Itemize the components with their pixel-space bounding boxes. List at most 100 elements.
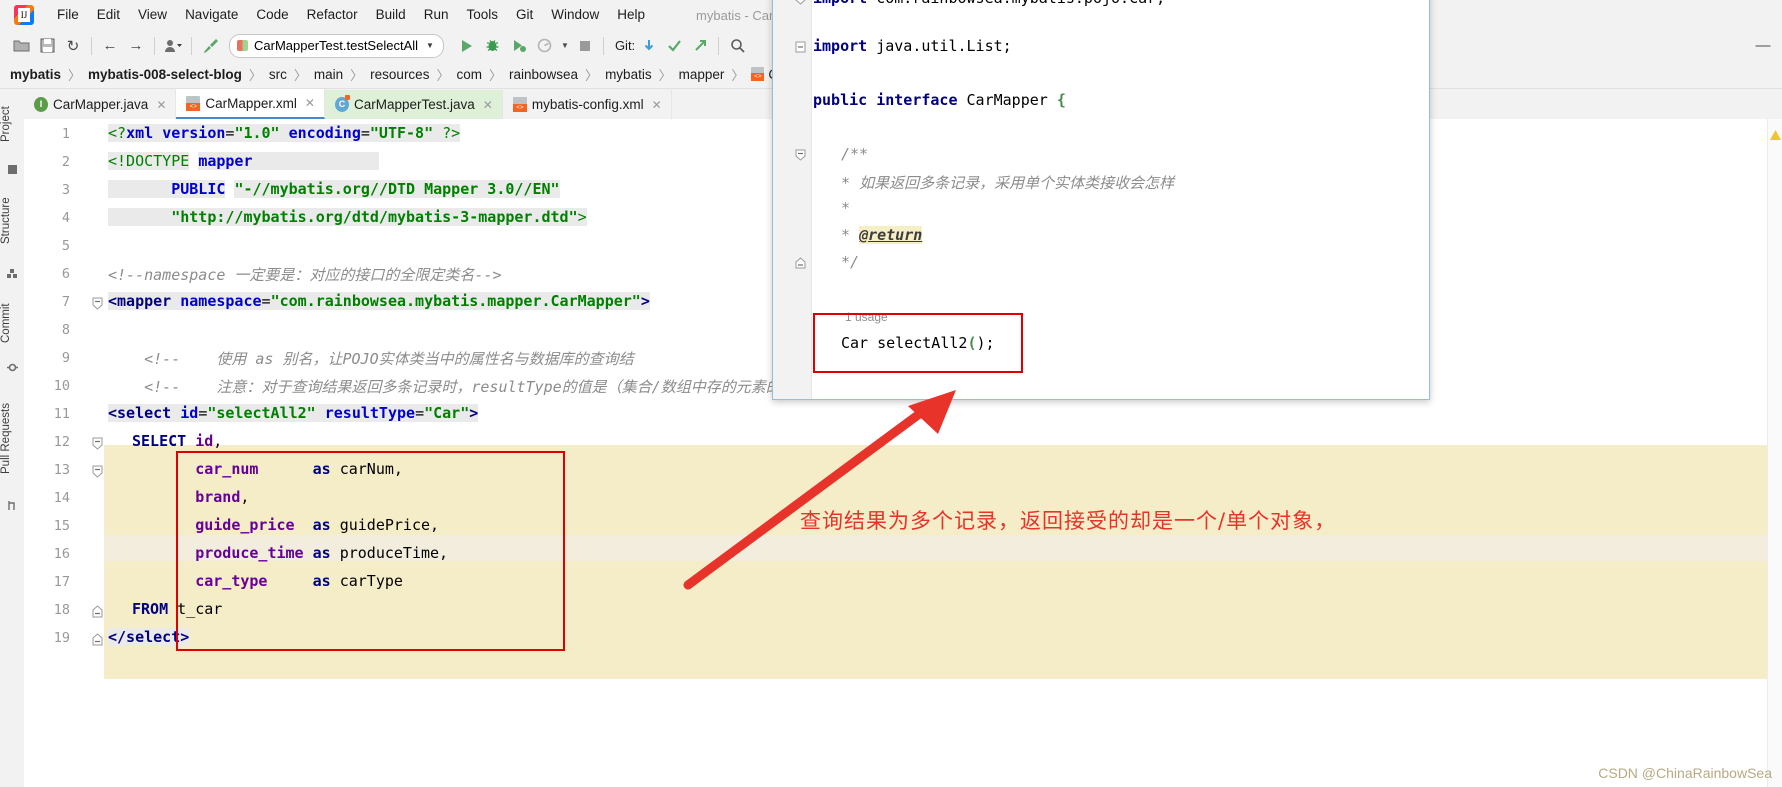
menu-item-tools[interactable]: Tools bbox=[457, 0, 507, 30]
breadcrumb-item-src[interactable]: src bbox=[269, 67, 287, 82]
code-line-1[interactable]: <?xml version="1.0" encoding="UTF-8" ?> bbox=[108, 124, 460, 142]
tab-carmapper-java[interactable]: CarMapper.java ✕ bbox=[24, 90, 176, 119]
code-line-12[interactable]: SELECT id, bbox=[132, 432, 222, 450]
java-quick-definition-popup[interactable]: import com.rainbowsea.mybatis.pojo.Car; … bbox=[772, 0, 1430, 400]
fold-marker-sql[interactable] bbox=[92, 465, 103, 476]
line-number: 10 bbox=[24, 378, 70, 394]
comment-namespace: <!--namespace 一定要是：对应的接口的全限定类名--> bbox=[108, 266, 502, 284]
run-config-icon bbox=[237, 40, 248, 51]
run-configuration-selector[interactable]: CarMapperTest.testSelectAll ▼ bbox=[229, 34, 444, 58]
breadcrumb-separator: 〉 bbox=[68, 65, 81, 84]
stop-icon[interactable] bbox=[572, 33, 598, 59]
warning-marker-icon[interactable] bbox=[1770, 129, 1780, 139]
xml-file-icon bbox=[186, 96, 200, 111]
toolbar-divider bbox=[718, 37, 719, 55]
close-icon[interactable]: ✕ bbox=[305, 96, 315, 110]
open-folder-icon[interactable] bbox=[8, 33, 34, 59]
breadcrumb-item-rainbowsea[interactable]: rainbowsea bbox=[509, 67, 578, 82]
sidebar-item-structure[interactable]: Structure bbox=[0, 183, 24, 259]
breadcrumb-item-main[interactable]: main bbox=[314, 67, 343, 82]
fold-marker-mapper[interactable] bbox=[92, 297, 103, 308]
xml-file-icon bbox=[751, 67, 764, 81]
code-line-7[interactable]: <mapper namespace="com.rainbowsea.mybati… bbox=[108, 292, 650, 310]
fold-marker-import-list[interactable] bbox=[795, 41, 806, 52]
menu-item-git[interactable]: Git bbox=[507, 0, 542, 30]
toolbar-divider bbox=[91, 37, 92, 55]
code-line-9[interactable]: <!-- 使用 as 别名，让POJO实体类当中的属性名与数据库的查询结 bbox=[108, 348, 634, 369]
git-label: Git: bbox=[615, 38, 635, 53]
menu-item-edit[interactable]: Edit bbox=[88, 0, 129, 30]
menu-item-build[interactable]: Build bbox=[367, 0, 415, 30]
code-line-6[interactable]: <!--namespace 一定要是：对应的接口的全限定类名--> bbox=[108, 264, 502, 285]
git-update-icon[interactable] bbox=[635, 33, 661, 59]
close-icon[interactable]: ✕ bbox=[156, 98, 166, 112]
git-commit-icon[interactable] bbox=[661, 33, 687, 59]
forward-arrow-icon[interactable]: → bbox=[123, 33, 149, 59]
menu-item-file[interactable]: File bbox=[48, 0, 88, 30]
build-hammer-icon[interactable] bbox=[197, 33, 223, 59]
java-interface-icon bbox=[34, 97, 48, 112]
code-line-4[interactable]: "http://mybatis.org/dtd/mybatis-3-mapper… bbox=[108, 208, 587, 226]
search-everywhere-icon[interactable] bbox=[724, 33, 750, 59]
profile-icon[interactable] bbox=[160, 33, 186, 59]
java-line-import-car: import com.rainbowsea.mybatis.pojo.Car; bbox=[813, 0, 1165, 7]
breadcrumb-item-module[interactable]: mybatis-008-select-blog bbox=[88, 67, 242, 82]
sync-icon[interactable]: ↻ bbox=[60, 33, 86, 59]
tab-mybatis-config-xml[interactable]: mybatis-config.xml ✕ bbox=[503, 90, 672, 119]
line-number: 11 bbox=[24, 406, 70, 422]
editor-scrollbar[interactable] bbox=[1767, 119, 1782, 787]
tab-label: mybatis-config.xml bbox=[532, 97, 644, 112]
breadcrumb-item-com[interactable]: com bbox=[456, 67, 482, 82]
fold-marker-select[interactable] bbox=[92, 437, 103, 448]
back-arrow-icon[interactable]: ← bbox=[97, 33, 123, 59]
menu-item-run[interactable]: Run bbox=[415, 0, 458, 30]
sidebar-item-project[interactable]: Project bbox=[0, 93, 24, 155]
menu-item-view[interactable]: View bbox=[129, 0, 176, 30]
menu-item-help[interactable]: Help bbox=[608, 0, 654, 30]
code-line-2[interactable]: <!DOCTYPE mapper bbox=[108, 152, 379, 170]
line-number: 8 bbox=[24, 322, 70, 338]
line-number: 7 bbox=[24, 294, 70, 310]
line-number: 18 bbox=[24, 602, 70, 618]
sidebar-item-commit[interactable]: Commit bbox=[0, 291, 24, 355]
fold-marker-select-end[interactable] bbox=[92, 633, 103, 644]
line-number: 13 bbox=[24, 462, 70, 478]
fold-marker-javadoc[interactable] bbox=[795, 149, 806, 160]
close-icon[interactable]: ✕ bbox=[483, 98, 493, 112]
save-icon[interactable] bbox=[34, 33, 60, 59]
menu-item-navigate[interactable]: Navigate bbox=[176, 0, 247, 30]
chevron-down-icon: ▼ bbox=[426, 41, 434, 50]
breadcrumb-item-mapper[interactable]: mapper bbox=[679, 67, 725, 82]
tab-label: CarMapper.java bbox=[53, 97, 148, 112]
profiler-icon[interactable] bbox=[532, 33, 558, 59]
debug-icon[interactable] bbox=[480, 33, 506, 59]
close-icon[interactable]: ✕ bbox=[652, 98, 662, 112]
fold-marker-javadoc-end[interactable] bbox=[795, 257, 806, 268]
tab-carmappertest-java[interactable]: CarMapperTest.java ✕ bbox=[325, 90, 503, 119]
menu-item-code[interactable]: Code bbox=[247, 0, 297, 30]
menu-item-refactor[interactable]: Refactor bbox=[298, 0, 367, 30]
breadcrumb-item-mybatis[interactable]: mybatis bbox=[10, 67, 61, 82]
run-coverage-icon[interactable] bbox=[506, 33, 532, 59]
menu-item-window[interactable]: Window bbox=[542, 0, 608, 30]
breadcrumb-item-resources[interactable]: resources bbox=[370, 67, 429, 82]
run-icon[interactable] bbox=[454, 33, 480, 59]
minimize-icon[interactable]: — bbox=[1750, 33, 1776, 59]
breadcrumb-item-mybatis-pkg[interactable]: mybatis bbox=[605, 67, 652, 82]
fold-marker-imports[interactable] bbox=[795, 0, 806, 4]
fold-marker-from[interactable] bbox=[92, 605, 103, 616]
javadoc-return-tag: @return bbox=[859, 226, 922, 244]
toolbar-divider bbox=[154, 37, 155, 55]
run-config-label: CarMapperTest.testSelectAll bbox=[254, 38, 418, 53]
java-line-javadoc-close: */ bbox=[841, 253, 859, 271]
code-line-11[interactable]: <select id="selectAll2" resultType="Car"… bbox=[108, 404, 478, 422]
git-push-icon[interactable] bbox=[687, 33, 713, 59]
line-number: 2 bbox=[24, 154, 70, 170]
sidebar-item-pull-requests[interactable]: Pull Requests bbox=[0, 385, 24, 493]
tab-carmapper-xml[interactable]: CarMapper.xml ✕ bbox=[176, 89, 325, 119]
left-tool-window-bar: Project Structure Commit Pull Requests bbox=[0, 89, 25, 787]
profiler-dropdown-icon[interactable]: ▼ bbox=[558, 33, 572, 59]
code-line-3[interactable]: PUBLIC "-//mybatis.org//DTD Mapper 3.0//… bbox=[108, 180, 560, 198]
line-number: 12 bbox=[24, 434, 70, 450]
structure-blocks-icon bbox=[7, 267, 18, 278]
